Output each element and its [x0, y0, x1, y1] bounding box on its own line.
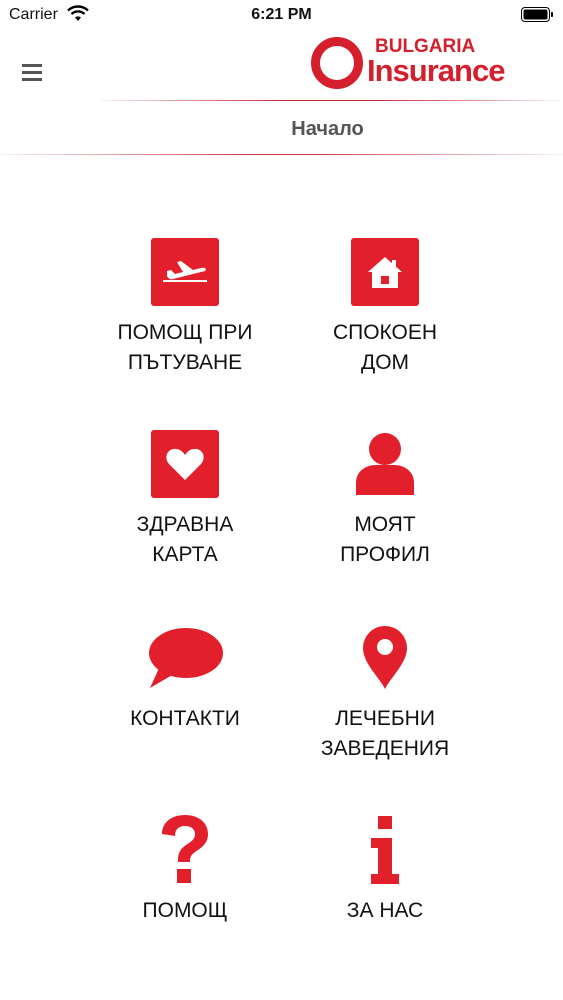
status-bar: Carrier 6:21 PM — [0, 0, 563, 30]
tile-label: ПОМОЩ — [142, 899, 228, 922]
battery-icon — [521, 7, 553, 22]
tile-help[interactable]: ПОМОЩ — [85, 814, 285, 926]
logo-main-text: Insurance — [367, 53, 505, 88]
tile-medical-facilities[interactable]: ЛЕЧЕБНИ ЗАВЕДЕНИЯ — [285, 622, 485, 764]
logo: BULGARIA Insurance — [311, 33, 521, 91]
hamburger-menu-icon[interactable] — [20, 60, 50, 86]
info-icon — [371, 816, 399, 884]
tile-label: СПОКОЕН ДОМ — [332, 321, 438, 374]
airplane-icon — [151, 238, 219, 306]
tile-health-card[interactable]: ЗДРАВНА КАРТА — [85, 428, 285, 570]
tile-travel-assistance[interactable]: ПОМОЩ ПРИ ПЪТУВАНЕ — [85, 236, 285, 378]
status-time: 6:21 PM — [251, 6, 312, 23]
tile-label: ЗДРАВНА КАРТА — [136, 513, 234, 566]
home-icon — [351, 238, 419, 306]
page-title: Начало — [291, 118, 364, 140]
tile-label: ЗА НАС — [346, 899, 424, 922]
tile-about-us[interactable]: ЗА НАС — [285, 814, 485, 926]
title-divider — [0, 154, 563, 155]
heart-icon — [151, 430, 219, 498]
map-pin-icon — [363, 626, 407, 689]
tile-label: ЛЕЧЕБНИ ЗАВЕДЕНИЯ — [320, 707, 450, 760]
user-profile-icon — [356, 433, 414, 495]
speech-bubble-icon — [149, 628, 223, 688]
header-divider — [100, 100, 560, 101]
tile-my-profile[interactable]: МОЯТ ПРОФИЛ — [285, 428, 485, 570]
tile-contacts[interactable]: КОНТАКТИ — [85, 622, 285, 734]
tile-label: ПОМОЩ ПРИ ПЪТУВАНЕ — [117, 321, 253, 374]
tile-label: МОЯТ ПРОФИЛ — [340, 513, 430, 566]
logo-ring-icon — [311, 37, 363, 89]
tile-home[interactable]: СПОКОЕН ДОМ — [285, 236, 485, 378]
question-mark-icon — [162, 815, 208, 883]
tile-label: КОНТАКТИ — [130, 707, 240, 730]
